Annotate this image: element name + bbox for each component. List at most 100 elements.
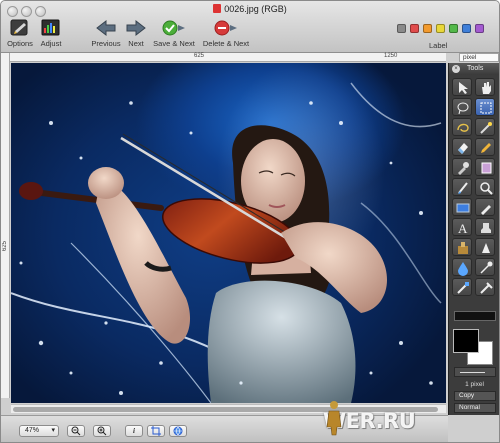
previous-label: Previous	[91, 39, 121, 48]
dropper-icon	[458, 162, 469, 175]
zoom-tool[interactable]	[475, 178, 495, 196]
water-drop-tool[interactable]	[452, 258, 472, 276]
paint-bucket-icon	[480, 282, 493, 294]
web-button[interactable]	[169, 425, 187, 437]
label-orange-chip[interactable]	[423, 24, 432, 33]
pencil-tool[interactable]	[475, 138, 495, 156]
delete-icon	[214, 20, 237, 36]
ruler-tick-label: 625	[194, 53, 205, 59]
zoom-out-button[interactable]	[67, 425, 85, 437]
crop-icon	[481, 162, 492, 174]
smudge-tool[interactable]	[475, 198, 495, 216]
label-caption: Label	[429, 41, 448, 50]
arrow-select-icon	[459, 82, 468, 94]
smudge-icon	[481, 205, 491, 215]
delete-and-next-label: Delete & Next	[202, 39, 250, 48]
clone-icon	[458, 242, 468, 254]
app-window: 0026.jpg (RGB) Options Adjust Previous N…	[0, 0, 500, 443]
line-width-label[interactable]: 1 pixel	[449, 381, 499, 388]
zoom-in-button[interactable]	[93, 425, 111, 437]
blend-mode-select[interactable]: Normal	[454, 403, 496, 413]
label-red-chip[interactable]	[410, 24, 419, 33]
ruler-unit-value: pixel	[463, 54, 477, 61]
lasso-icon	[457, 102, 469, 115]
zoom-select[interactable]: 47% ▾	[19, 425, 59, 437]
label-color-picker	[397, 24, 497, 34]
adjust-label: Adjust	[40, 39, 62, 48]
clone-tool[interactable]	[452, 238, 472, 256]
crop-icon	[151, 426, 161, 436]
stamp-icon	[481, 223, 491, 233]
sharpen-tool[interactable]	[475, 238, 495, 256]
eraser-icon	[458, 143, 468, 154]
blur-tool[interactable]	[452, 278, 472, 296]
label-yellow-chip[interactable]	[436, 24, 445, 33]
watermark-logo	[326, 401, 342, 436]
window-title-text: 0026.jpg (RGB)	[224, 4, 287, 14]
label-green-chip[interactable]	[449, 24, 458, 33]
eraser-tool[interactable]	[452, 138, 472, 156]
ruler-tick-label: 1250	[384, 53, 398, 59]
jpeg-file-icon	[213, 4, 222, 13]
text-tool[interactable]: A	[452, 218, 472, 236]
hand-pan-tool[interactable]	[475, 78, 495, 96]
save-check-icon	[162, 20, 185, 36]
brush-icon	[458, 182, 468, 194]
paint-bucket-tool[interactable]	[475, 278, 495, 296]
next-label: Next	[128, 39, 144, 48]
tools-palette-header: × Tools	[449, 63, 499, 75]
svg-text:A: A	[458, 221, 468, 236]
blur-icon	[457, 282, 469, 294]
zoom-value: 47%	[25, 427, 40, 434]
blend-mode-value: Normal	[459, 404, 480, 411]
stroke-preview[interactable]	[454, 311, 496, 321]
rect-select-tool[interactable]	[475, 98, 495, 116]
arrow-right-icon	[126, 19, 146, 37]
ruler-unit-select[interactable]: pixel	[459, 53, 499, 62]
ruler-vertical: 625	[1, 53, 10, 398]
label-none-chip[interactable]	[397, 24, 406, 33]
image-canvas[interactable]	[11, 63, 446, 403]
rectangle-shape-tool[interactable]	[452, 198, 472, 216]
zoom-in-icon	[97, 426, 107, 436]
next-button[interactable]: Next	[123, 19, 149, 48]
photo-violinist	[11, 82, 442, 403]
crop-tool[interactable]	[475, 158, 495, 176]
foreground-color-swatch[interactable]	[453, 329, 479, 353]
brush-tool[interactable]	[452, 178, 472, 196]
close-icon[interactable]: ×	[452, 65, 460, 73]
copy-mode-value: Copy	[459, 392, 475, 399]
lasso-freeform-tool[interactable]	[452, 118, 472, 136]
adjust-button[interactable]: Adjust	[37, 19, 65, 48]
window-title: 0026.jpg (RGB)	[1, 4, 499, 14]
arrow-select-tool[interactable]	[452, 78, 472, 96]
stamp-tool[interactable]	[475, 218, 495, 236]
copy-mode-select[interactable]: Copy	[454, 391, 496, 401]
burn-icon	[480, 261, 493, 274]
options-label: Options	[7, 39, 33, 48]
globe-icon	[173, 426, 183, 436]
tools-palette: × Tools A 1 pixel Copy Normal	[448, 63, 499, 415]
adjust-icon	[41, 19, 60, 36]
label-blue-chip[interactable]	[462, 24, 471, 33]
water-drop-icon	[458, 262, 468, 276]
ruler-tick-label: 625	[2, 241, 8, 252]
hand-pan-icon	[482, 82, 491, 94]
magic-wand-tool[interactable]	[475, 118, 495, 136]
info-button[interactable]: i	[125, 425, 143, 437]
dropper-tool[interactable]	[452, 158, 472, 176]
delete-and-next-button[interactable]: Delete & Next	[200, 19, 252, 48]
options-button[interactable]: Options	[5, 19, 35, 48]
options-icon	[10, 19, 28, 36]
ruler-horizontal: 625 1250	[10, 53, 446, 62]
zoom-out-icon	[71, 426, 81, 436]
crop-button[interactable]	[147, 425, 165, 437]
tools-palette-title: Tools	[467, 65, 484, 72]
chevron-down-icon: ▾	[51, 427, 55, 434]
save-and-next-button[interactable]: Save & Next	[152, 19, 196, 48]
burn-tool[interactable]	[475, 258, 495, 276]
lasso-tool[interactable]	[452, 98, 472, 116]
label-purple-chip[interactable]	[475, 24, 484, 33]
previous-button[interactable]: Previous	[89, 19, 123, 48]
line-style-select[interactable]	[454, 367, 496, 377]
